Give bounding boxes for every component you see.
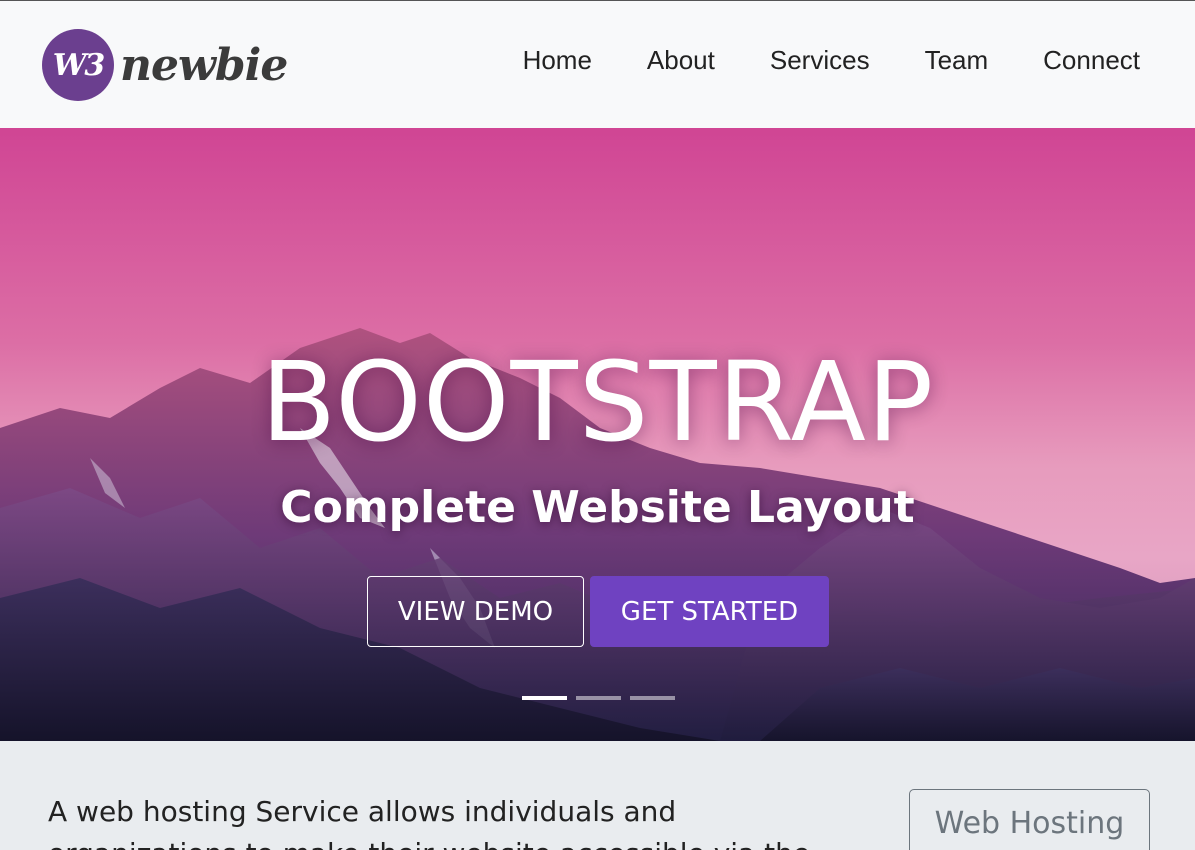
- intro-section: A web hosting Service allows individuals…: [0, 741, 1195, 850]
- carousel-indicator-1[interactable]: [522, 696, 567, 700]
- carousel-indicator-3[interactable]: [630, 696, 675, 700]
- brand-badge-icon: W3: [42, 29, 114, 101]
- view-demo-button[interactable]: VIEW DEMO: [367, 576, 584, 647]
- nav-item-home[interactable]: Home: [523, 45, 592, 76]
- carousel-indicators: [522, 696, 675, 700]
- brand-logo[interactable]: W3 newbie: [42, 28, 288, 102]
- nav-item-team[interactable]: Team: [925, 45, 989, 76]
- get-started-button[interactable]: GET STARTED: [590, 576, 829, 647]
- web-hosting-button[interactable]: Web Hosting: [909, 789, 1150, 850]
- intro-lead-text: A web hosting Service allows individuals…: [48, 795, 810, 850]
- brand-name: newbie: [120, 39, 288, 91]
- hero-subtitle: Complete Website Layout: [280, 482, 915, 533]
- nav-item-connect[interactable]: Connect: [1043, 45, 1140, 76]
- nav-links: Home About Services Team Connect: [523, 45, 1140, 76]
- nav-item-services[interactable]: Services: [770, 45, 870, 76]
- carousel-indicator-2[interactable]: [576, 696, 621, 700]
- hero-carousel: BOOTSTRAP Complete Website Layout VIEW D…: [0, 128, 1195, 741]
- hero-title: BOOTSTRAP: [260, 338, 935, 466]
- navbar: W3 newbie Home About Services Team Conne…: [0, 0, 1195, 128]
- nav-item-about[interactable]: About: [647, 45, 715, 76]
